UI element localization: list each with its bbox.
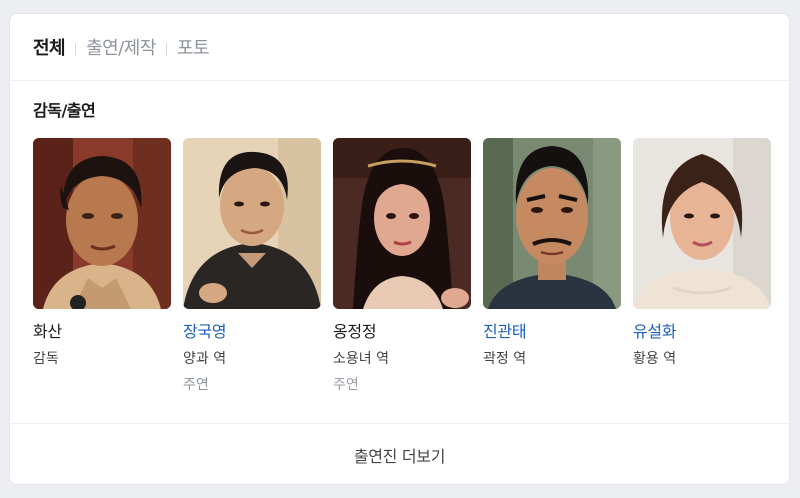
divider — [10, 80, 789, 81]
person-billing: 주연 — [333, 377, 359, 393]
person-role: 소용녀 역 — [333, 351, 389, 367]
tab-photo[interactable]: 포토 — [177, 36, 210, 62]
person-name: 화산 — [33, 322, 62, 341]
person-name-link[interactable]: 장국영 — [183, 321, 321, 343]
person-photo[interactable] — [333, 138, 471, 309]
person-role: 감독 — [33, 351, 59, 367]
cast-item-lead[interactable]: 장국영 양과 역 주연 — [183, 138, 321, 395]
person-name: 옹정정 — [333, 322, 377, 341]
person-name-link[interactable]: 유설화 — [633, 321, 771, 343]
person-role: 양과 역 — [183, 351, 227, 367]
cast-item-director[interactable]: 화산 감독 — [33, 138, 171, 395]
cast-list: 화산 감독 장국영 양과 역 주연 옹정정 소용녀 역 주연 진관태 곽정 역 … — [33, 138, 771, 395]
tab-bar: 전체 출연/제작 포토 — [33, 36, 210, 62]
more-cast-button[interactable]: 출연진 더보기 — [10, 424, 789, 485]
cast-item-supporting[interactable]: 진관태 곽정 역 — [483, 138, 621, 395]
tab-all[interactable]: 전체 — [33, 36, 66, 62]
section-title: 감독/출연 — [33, 101, 96, 120]
person-role: 황용 역 — [633, 351, 677, 367]
cast-card: 전체 출연/제작 포토 감독/출연 화산 감독 장국영 양과 역 주연 옹정정 … — [9, 13, 790, 485]
person-photo[interactable] — [183, 138, 321, 309]
tab-cast-production[interactable]: 출연/제작 — [86, 36, 156, 62]
person-name-link[interactable]: 진관태 — [483, 321, 621, 343]
cast-item-supporting[interactable]: 유설화 황용 역 — [633, 138, 771, 395]
person-photo[interactable] — [633, 138, 771, 309]
person-photo[interactable] — [33, 138, 171, 309]
person-billing: 주연 — [183, 377, 209, 393]
person-role: 곽정 역 — [483, 351, 527, 367]
tab-separator — [75, 42, 77, 56]
tab-separator — [165, 42, 167, 56]
cast-item-lead[interactable]: 옹정정 소용녀 역 주연 — [333, 138, 471, 395]
person-photo[interactable] — [483, 138, 621, 309]
